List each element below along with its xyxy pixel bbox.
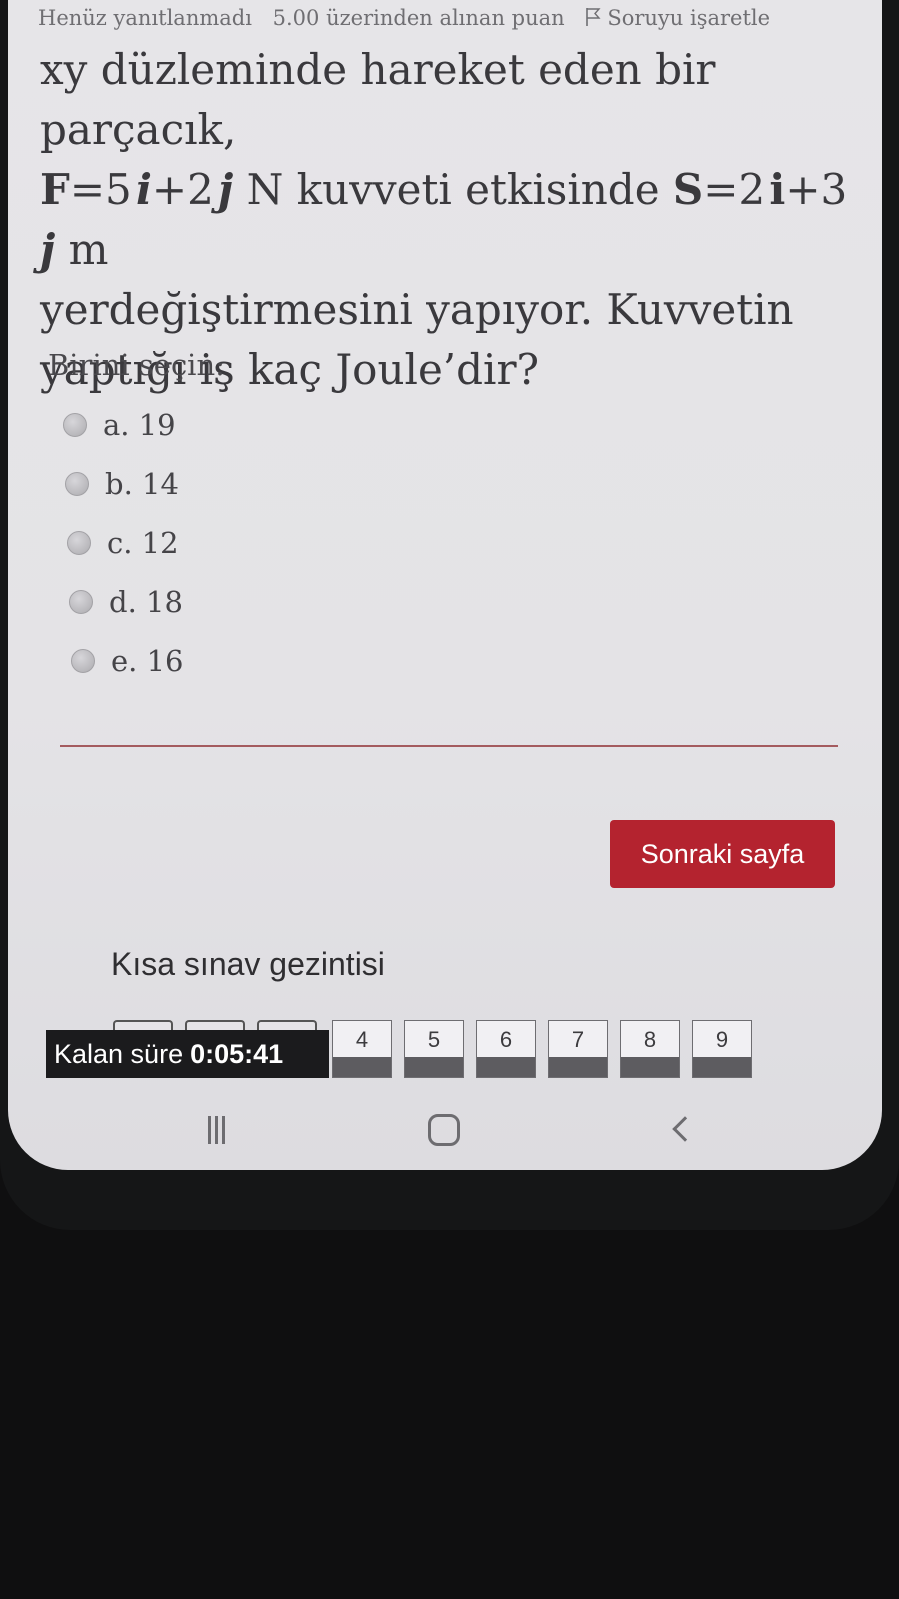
question-nav-button[interactable]: 6	[476, 1020, 536, 1078]
displacement-x-value: =2	[703, 165, 766, 214]
unit-vector-i: i	[769, 165, 786, 214]
question-nav-button[interactable]: 9	[692, 1020, 752, 1078]
unit-vector-i: i	[135, 165, 152, 214]
question-button-hidden[interactable]	[257, 1020, 317, 1030]
question-nav-button[interactable]: 7	[548, 1020, 608, 1078]
unit-vector-j: j	[218, 165, 234, 214]
option-c[interactable]: c. 12	[67, 523, 179, 563]
option-label: b. 14	[105, 467, 179, 501]
question-points: 5.00 üzerinden alınan puan	[272, 6, 565, 30]
option-e[interactable]: e. 16	[71, 641, 184, 681]
timer-label: Kalan süre	[54, 1038, 184, 1069]
screen: Henüz yanıtlanmadı 5.00 üzerinden alınan…	[8, 0, 882, 1170]
question-button-hidden[interactable]	[185, 1020, 245, 1030]
option-a[interactable]: a. 19	[63, 405, 176, 445]
recents-icon[interactable]	[208, 1110, 248, 1150]
displacement-y-value: +3	[785, 165, 848, 214]
option-label: e. 16	[111, 644, 184, 678]
question-nav-button[interactable]: 4	[332, 1020, 392, 1078]
question-status-bar	[333, 1057, 391, 1077]
divider	[60, 745, 838, 747]
question-text: xy düzleminde hareket eden bir parçacık,…	[40, 40, 860, 400]
back-icon[interactable]	[668, 1110, 698, 1150]
question-number: 5	[427, 1027, 441, 1052]
question-line-1: xy düzleminde hareket eden bir parçacık,	[40, 45, 716, 154]
question-number: 8	[643, 1027, 657, 1052]
force-symbol: F	[40, 165, 70, 214]
time-remaining: Kalan süre 0:05:41	[46, 1030, 329, 1078]
next-page-button[interactable]: Sonraki sayfa	[610, 820, 835, 888]
question-status-bar	[405, 1057, 463, 1077]
question-status-bar	[693, 1057, 751, 1077]
flag-question-link[interactable]: Soruyu işaretle	[585, 6, 784, 30]
question-number: 7	[571, 1027, 585, 1052]
phone-frame: Henüz yanıtlanmadı 5.00 üzerinden alınan…	[0, 0, 899, 1230]
radio-button[interactable]	[67, 531, 91, 555]
question-status-bar	[621, 1057, 679, 1077]
radio-button[interactable]	[63, 413, 87, 437]
flag-icon	[586, 8, 601, 26]
question-status-bar	[477, 1057, 535, 1077]
question-line-3: yerdeğiştirmesini yapıyor. Kuvvetin	[40, 285, 794, 334]
question-status: Henüz yanıtlanmadı	[38, 6, 252, 30]
question-status-bar	[549, 1057, 607, 1077]
question-number: 4	[355, 1027, 369, 1052]
force-x-value: =5	[69, 165, 132, 214]
question-number: 6	[499, 1027, 513, 1052]
timer-value: 0:05:41	[190, 1038, 284, 1069]
force-y-value: +2	[151, 165, 214, 214]
option-b[interactable]: b. 14	[65, 464, 179, 504]
option-label: d. 18	[109, 585, 183, 619]
question-nav-button[interactable]: 8	[620, 1020, 680, 1078]
unit-vector-j: j	[40, 225, 56, 274]
question-line-2: F=5 i+2 j N kuvveti etkisinde S=2 i+3 j …	[40, 160, 860, 280]
displacement-symbol: S	[672, 165, 704, 214]
radio-button[interactable]	[69, 590, 93, 614]
home-icon[interactable]	[428, 1110, 468, 1150]
option-label: c. 12	[107, 526, 179, 560]
option-d[interactable]: d. 18	[69, 582, 183, 622]
option-label: a. 19	[103, 408, 176, 442]
quiz-navigation-title: Kısa sınav gezintisi	[111, 946, 385, 982]
displacement-unit: m	[68, 225, 109, 274]
radio-button[interactable]	[65, 472, 89, 496]
flag-question-label: Soruyu işaretle	[607, 6, 771, 30]
answer-prompt: Birini seçin:	[48, 348, 225, 382]
question-button-hidden[interactable]	[113, 1020, 173, 1030]
force-unit-text: N kuvveti etkisinde	[246, 165, 660, 214]
radio-button[interactable]	[71, 649, 95, 673]
question-info: Henüz yanıtlanmadı 5.00 üzerinden alınan…	[38, 6, 798, 30]
question-nav-button[interactable]: 5	[404, 1020, 464, 1078]
question-number: 9	[715, 1027, 729, 1052]
